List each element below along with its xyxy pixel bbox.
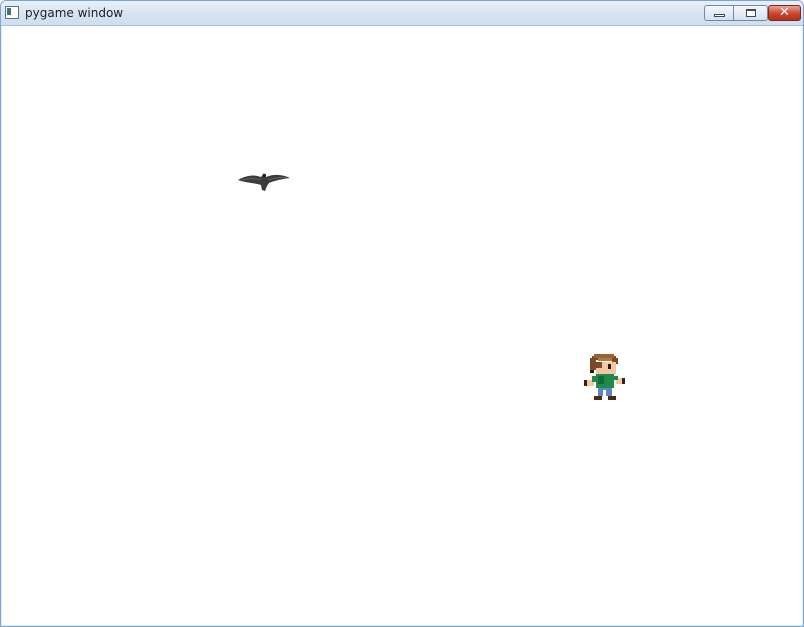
pygame-window: pygame window ✕ [0,0,804,627]
game-canvas[interactable] [2,26,802,625]
player-sprite [584,354,625,400]
maximize-icon [746,9,756,17]
minimize-icon [714,14,725,17]
maximize-button[interactable] [733,5,768,21]
window-title: pygame window [25,6,124,20]
title-bar[interactable]: pygame window ✕ [1,1,803,26]
close-button[interactable]: ✕ [768,5,801,21]
close-icon: ✕ [779,5,790,20]
app-icon[interactable] [5,6,19,19]
minimize-button[interactable] [704,5,733,21]
crow-sprite [238,173,290,191]
